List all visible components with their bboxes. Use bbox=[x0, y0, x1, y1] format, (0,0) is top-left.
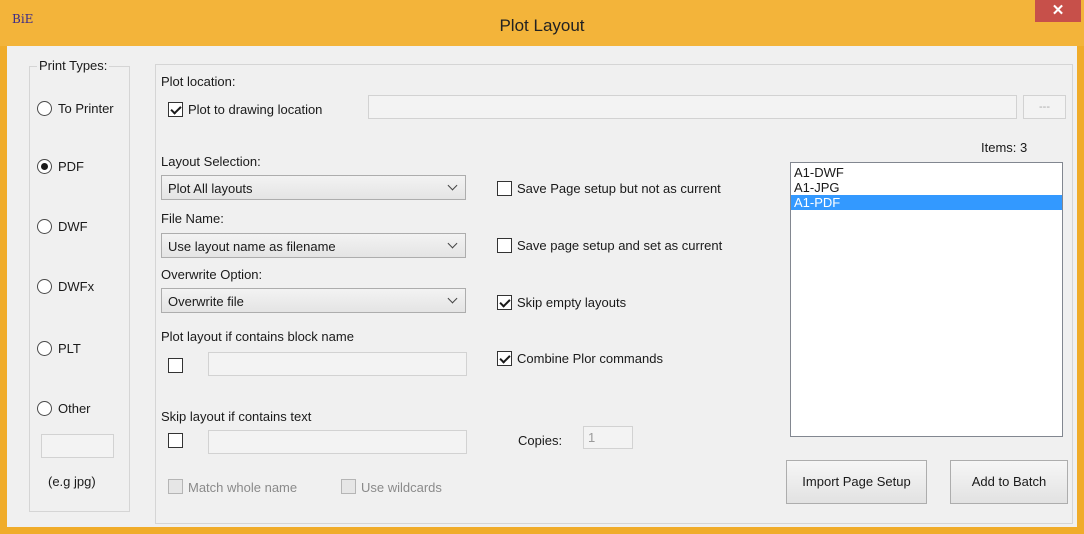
save-not-current-label[interactable]: Save Page setup but not as current bbox=[517, 181, 721, 196]
radio-to-printer-label: To Printer bbox=[58, 101, 114, 116]
radio-plt[interactable]: PLT bbox=[37, 341, 81, 356]
title-bar: BiE Plot Layout ✕ bbox=[0, 0, 1084, 46]
file-name-dropdown[interactable]: Use layout name as filename bbox=[161, 233, 466, 258]
skip-empty-checkbox[interactable] bbox=[497, 295, 512, 310]
radio-dwf-circle[interactable] bbox=[37, 219, 52, 234]
radio-plt-label: PLT bbox=[58, 341, 81, 356]
chevron-down-icon bbox=[447, 180, 458, 191]
import-page-setup-button[interactable]: Import Page Setup bbox=[786, 460, 927, 504]
block-filter-label: Plot layout if contains block name bbox=[161, 329, 354, 344]
use-wildcards-label: Use wildcards bbox=[361, 480, 442, 495]
chevron-down-icon bbox=[447, 293, 458, 304]
overwrite-option-label: Overwrite Option: bbox=[161, 267, 263, 282]
radio-other-circle[interactable] bbox=[37, 401, 52, 416]
batch-items-list[interactable]: A1-DWF A1-JPG A1-PDF bbox=[790, 162, 1063, 437]
copies-label: Copies: bbox=[518, 433, 563, 448]
dialog-client: Print Types: To Printer PDF DWF DWFx PLT… bbox=[7, 46, 1077, 527]
radio-dwfx-circle[interactable] bbox=[37, 279, 52, 294]
close-button[interactable]: ✕ bbox=[1035, 0, 1081, 22]
combine-commands-checkbox[interactable] bbox=[497, 351, 512, 366]
save-set-current-checkbox[interactable] bbox=[497, 238, 512, 253]
list-item[interactable]: A1-PDF bbox=[791, 195, 1062, 210]
copies-input[interactable]: 1 bbox=[583, 426, 633, 449]
block-name-input[interactable] bbox=[208, 352, 467, 376]
combine-commands-label[interactable]: Combine Plor commands bbox=[517, 351, 663, 366]
plot-location-path-input[interactable] bbox=[368, 95, 1017, 119]
plot-layout-window: BiE Plot Layout ✕ Print Types: To Printe… bbox=[0, 0, 1084, 534]
save-not-current-checkbox[interactable] bbox=[497, 181, 512, 196]
save-set-current-label[interactable]: Save page setup and set as current bbox=[517, 238, 722, 253]
radio-other[interactable]: Other bbox=[37, 401, 91, 416]
use-wildcards-checkbox[interactable] bbox=[341, 479, 356, 494]
file-name-label: File Name: bbox=[161, 211, 224, 226]
overwrite-option-dropdown[interactable]: Overwrite file bbox=[161, 288, 466, 313]
radio-other-label: Other bbox=[58, 401, 91, 416]
radio-pdf[interactable]: PDF bbox=[37, 159, 84, 174]
radio-plt-circle[interactable] bbox=[37, 341, 52, 356]
layout-selection-label: Layout Selection: bbox=[161, 154, 261, 169]
radio-pdf-circle[interactable] bbox=[37, 159, 52, 174]
list-item[interactable]: A1-JPG bbox=[791, 180, 1062, 195]
window-title: Plot Layout bbox=[499, 16, 585, 35]
plot-to-drawing-label[interactable]: Plot to drawing location bbox=[188, 102, 322, 117]
example-hint: (e.g jpg) bbox=[48, 474, 96, 489]
radio-pdf-label: PDF bbox=[58, 159, 84, 174]
radio-dwf-label: DWF bbox=[58, 219, 88, 234]
skip-filter-label: Skip layout if contains text bbox=[161, 409, 312, 424]
skip-filter-checkbox[interactable] bbox=[168, 433, 183, 448]
skip-text-input[interactable] bbox=[208, 430, 467, 454]
print-types-legend: Print Types: bbox=[37, 58, 110, 73]
match-whole-name-checkbox[interactable] bbox=[168, 479, 183, 494]
other-extension-input[interactable] bbox=[41, 434, 114, 458]
layout-selection-dropdown[interactable]: Plot All layouts bbox=[161, 175, 466, 200]
radio-to-printer[interactable]: To Printer bbox=[37, 101, 114, 116]
radio-dwfx[interactable]: DWFx bbox=[37, 279, 94, 294]
radio-dwfx-label: DWFx bbox=[58, 279, 95, 294]
radio-to-printer-circle[interactable] bbox=[37, 101, 52, 116]
block-filter-checkbox[interactable] bbox=[168, 358, 183, 373]
plot-location-label: Plot location: bbox=[161, 74, 236, 89]
items-count: Items: 3 bbox=[981, 140, 1028, 155]
skip-empty-label[interactable]: Skip empty layouts bbox=[517, 295, 626, 310]
add-to-batch-button[interactable]: Add to Batch bbox=[950, 460, 1068, 504]
list-item[interactable]: A1-DWF bbox=[791, 165, 1062, 180]
plot-to-drawing-checkbox[interactable] bbox=[168, 102, 183, 117]
radio-dwf[interactable]: DWF bbox=[37, 219, 88, 234]
match-whole-name-label: Match whole name bbox=[188, 480, 298, 495]
chevron-down-icon bbox=[447, 238, 458, 249]
browse-button[interactable]: --- bbox=[1023, 95, 1066, 119]
